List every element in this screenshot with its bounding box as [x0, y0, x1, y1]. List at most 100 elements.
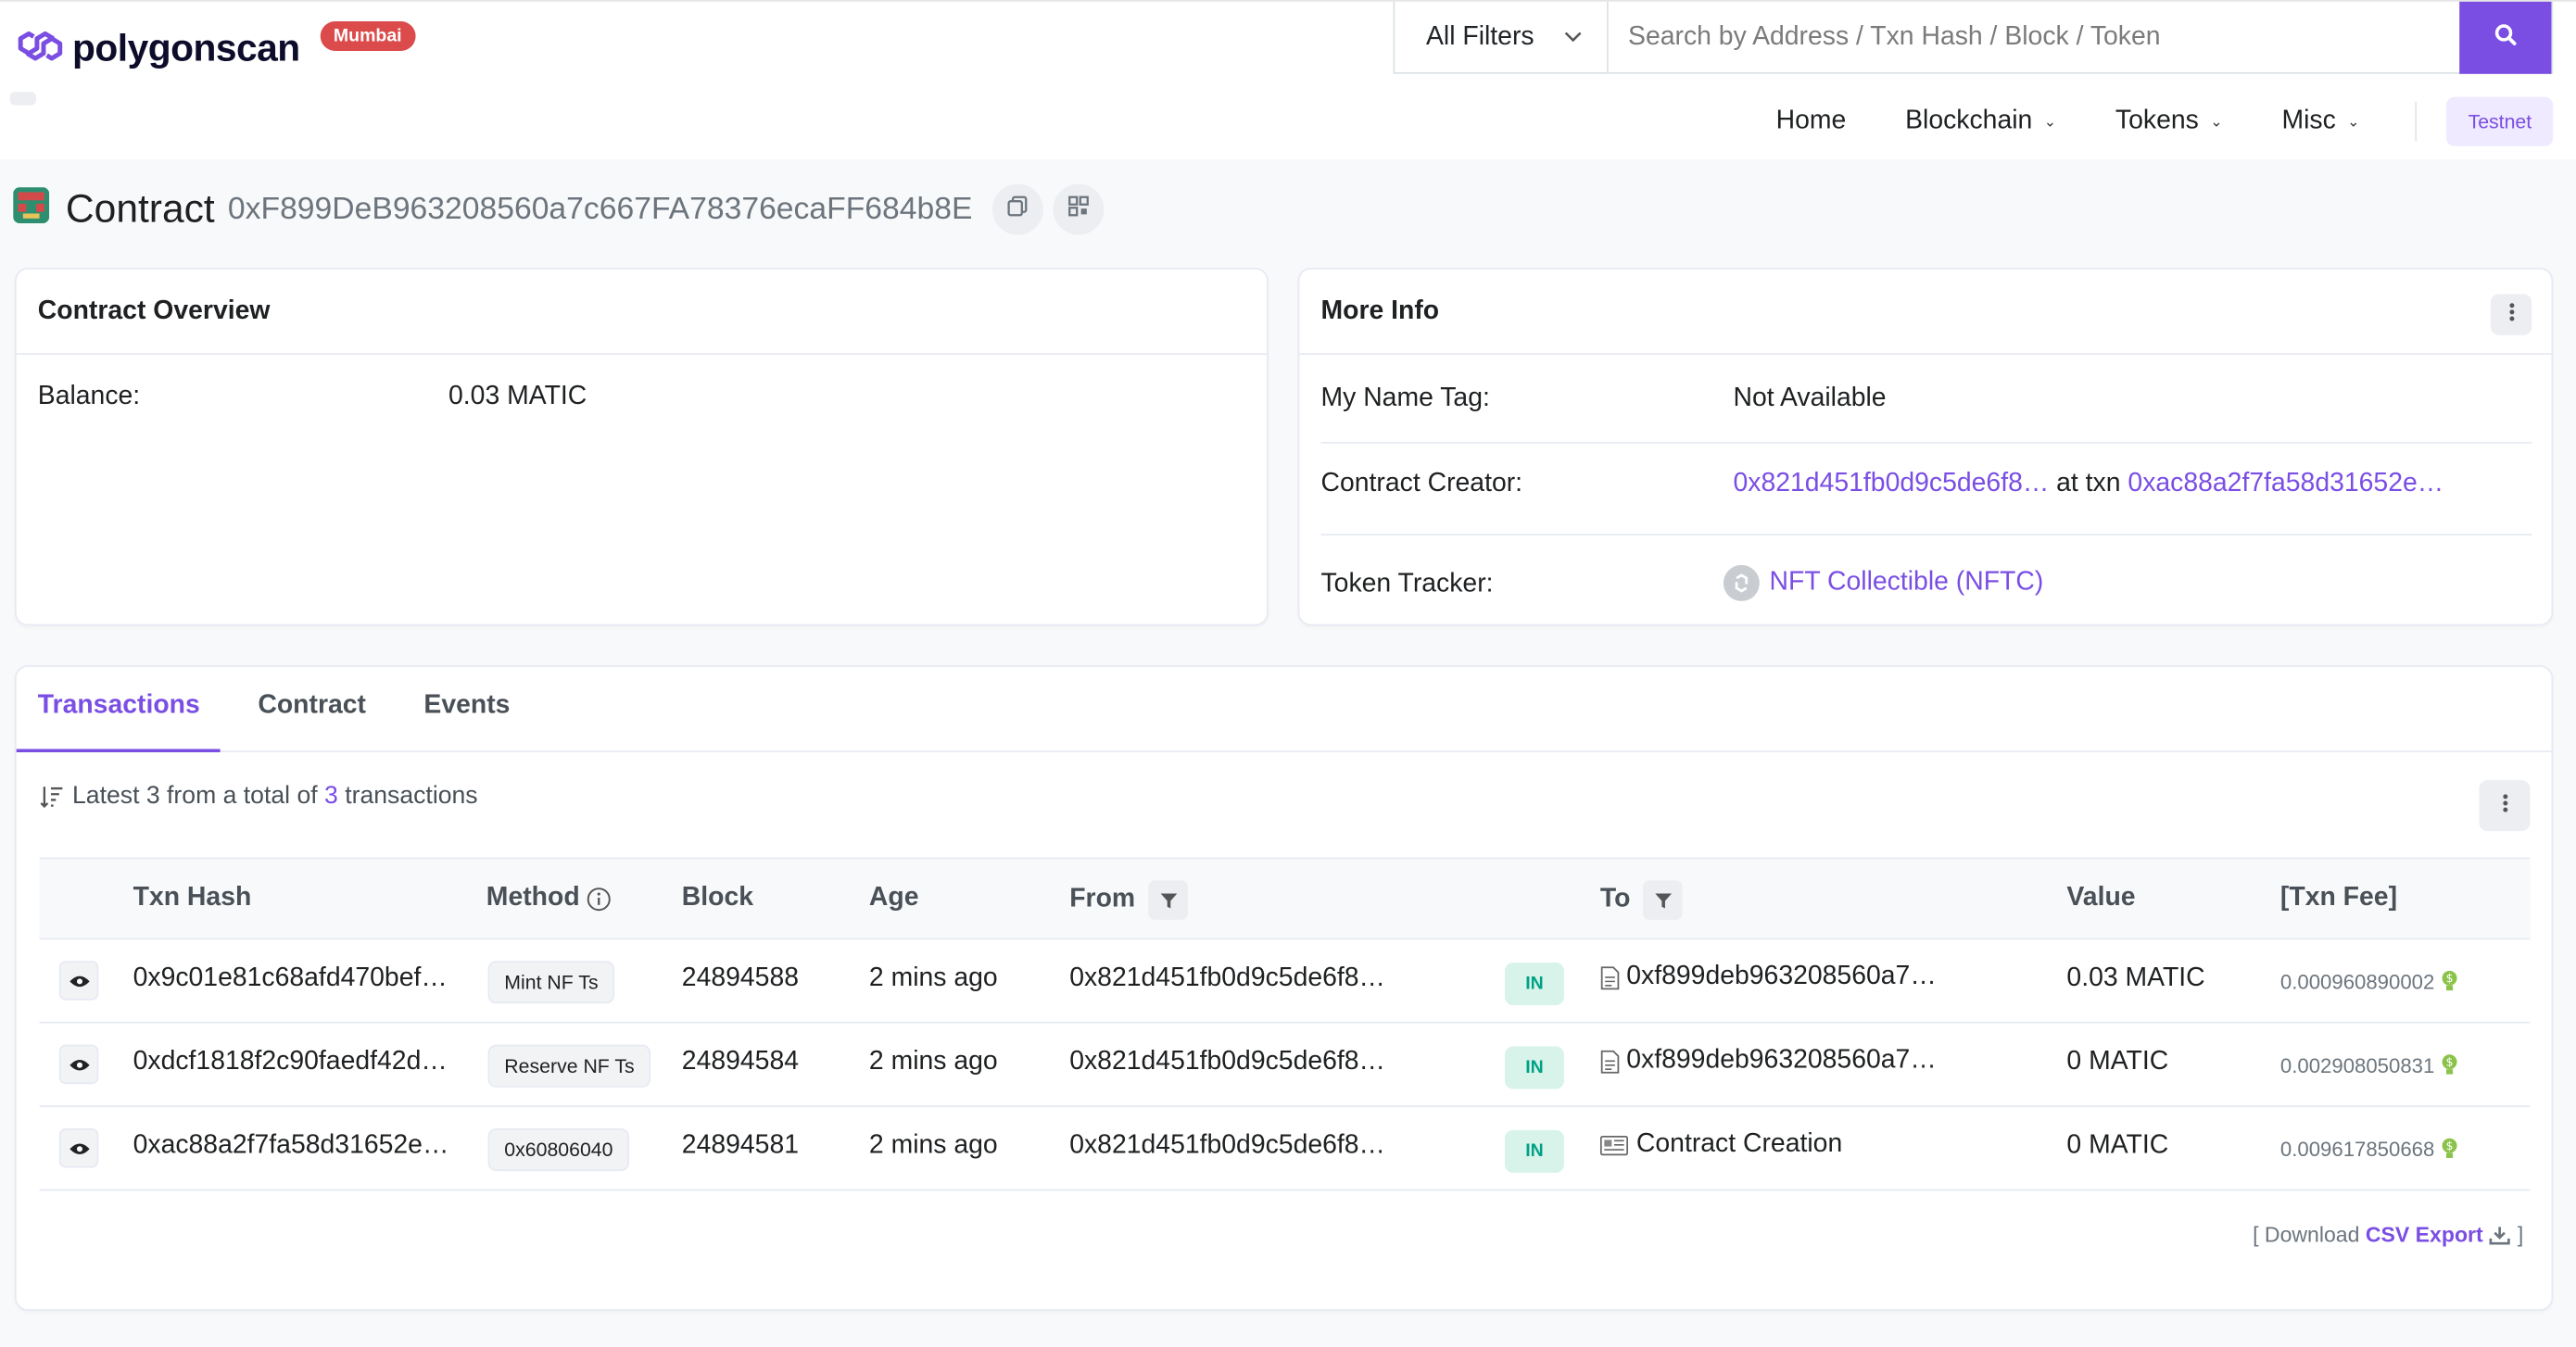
info-icon[interactable] [587, 887, 612, 912]
block-link[interactable]: 24894588 [682, 964, 799, 994]
creator-info: 0x821d451fb0d9c5de6f8… at txn 0xac88a2f7… [1734, 470, 2444, 499]
th-age[interactable]: Age [869, 884, 919, 913]
filter-icon [1159, 891, 1178, 910]
polygon-logo-icon [13, 21, 66, 76]
network-badge: Mumbai [320, 21, 415, 51]
search-button[interactable] [2459, 1, 2552, 74]
tab-contract[interactable]: Contract [258, 691, 366, 721]
method-badge: 0x60806040 [487, 1128, 630, 1172]
balance-label: Balance: [37, 383, 141, 411]
chevron-down-icon: ⌄ [2210, 112, 2223, 130]
age: 2 mins ago [868, 963, 998, 992]
testnet-button[interactable]: Testnet [2446, 96, 2554, 146]
copy-button[interactable] [991, 183, 1043, 235]
from-address-link[interactable]: 0x821d451fb0d9c5de6f8… [1069, 964, 1385, 994]
txn-hash-link[interactable]: 0xdcf1818f2c90faedf42d… [133, 1048, 448, 1077]
to-address-link[interactable]: 0xf899deb963208560a7… [1626, 963, 1936, 992]
txn-fee-value: 0.002908050831 [2279, 1053, 2435, 1077]
txn-hash-link[interactable]: 0xac88a2f7fa58d31652e… [133, 1132, 449, 1162]
more-info-title: More Info [1299, 270, 2552, 355]
view-details-button[interactable] [58, 1044, 99, 1085]
view-details-button[interactable] [58, 961, 99, 1001]
value: 0.03 MATIC [2066, 963, 2205, 992]
search-bar: All Filters [1393, 1, 2554, 74]
nav-misc[interactable]: Misc ⌄ [2281, 107, 2359, 136]
nav-tokens[interactable]: Tokens ⌄ [2115, 107, 2223, 136]
contract-heading: Contract 0xF899DeB963208560a7c667FA78376… [13, 183, 1105, 235]
contract-overview-card: Contract Overview Balance: 0.03 MATIC [14, 267, 1269, 626]
brand-name: polygonscan [72, 26, 300, 69]
bulb-icon[interactable]: $ [2441, 969, 2457, 994]
csv-export-link[interactable]: CSV Export [2366, 1222, 2483, 1247]
creator-txn-link[interactable]: 0xac88a2f7fa58d31652e… [2128, 470, 2443, 497]
search-input[interactable] [1608, 1, 2460, 73]
search-filter-select[interactable]: All Filters [1395, 1, 1609, 73]
th-from-label: From [1069, 885, 1136, 913]
eye-icon [69, 1057, 90, 1072]
th-value: Value [2066, 883, 2136, 913]
th-to: To [1599, 880, 1684, 920]
chevron-down-icon: ⌄ [2043, 112, 2057, 130]
th-txn-hash: Txn Hash [133, 883, 252, 913]
token-icon [1723, 564, 1760, 601]
bulb-icon[interactable]: $ [2441, 1137, 2457, 1162]
eye-icon [69, 1140, 90, 1155]
txn-hash-link[interactable]: 0x9c01e81c68afd470bef… [133, 964, 448, 994]
th-from: From [1069, 880, 1188, 920]
tab-events[interactable]: Events [423, 691, 510, 721]
nav-home-label: Home [1775, 107, 1847, 135]
to-address: 0xf899deb963208560a7… [1600, 963, 1937, 992]
svg-text:$: $ [2445, 971, 2453, 985]
nav-blockchain[interactable]: Blockchain ⌄ [1905, 107, 2056, 136]
token-tracker-link[interactable]: NFT Collectible (NFTC) [1770, 568, 2044, 598]
kebab-icon [2501, 791, 2507, 821]
table-header: Txn Hash Method Block Age From To Value … [39, 857, 2531, 940]
placeholder-pill [9, 92, 37, 106]
copy-icon [1007, 195, 1029, 224]
txn-fee-value: 0.009617850668 [2279, 1137, 2435, 1161]
contract-address: 0xF899DeB963208560a7c667FA78376ecaFF684b… [227, 191, 973, 226]
bulb-icon[interactable]: $ [2441, 1052, 2457, 1077]
eye-icon [69, 974, 90, 988]
th-method: Method [486, 884, 612, 913]
table-row: 0xdcf1818f2c90faedf42d… Reserve NF Ts 24… [39, 1024, 2531, 1108]
th-to-label: To [1599, 885, 1631, 913]
from-address-link[interactable]: 0x821d451fb0d9c5de6f8… [1069, 1132, 1385, 1162]
contract-avatar-icon [13, 187, 50, 232]
block-link[interactable]: 24894584 [682, 1048, 799, 1077]
to-address: Contract Creation [1599, 1130, 1842, 1160]
token-tracker: NFT Collectible (NFTC) [1723, 564, 2044, 601]
summary-prefix: Latest 3 from a total of [72, 781, 318, 811]
from-filter-button[interactable] [1148, 880, 1188, 920]
nav-home[interactable]: Home [1776, 107, 1847, 136]
value: 0 MATIC [2066, 1048, 2169, 1076]
contract-overview-title: Contract Overview [16, 270, 1267, 355]
summary-suffix: transactions [345, 781, 478, 811]
view-details-button[interactable] [58, 1128, 99, 1168]
block-link[interactable]: 24894581 [682, 1132, 799, 1162]
creator-address-link[interactable]: 0x821d451fb0d9c5de6f8… [1734, 470, 2050, 497]
tab-transactions[interactable]: Transactions [38, 691, 200, 721]
to-address-link[interactable]: 0xf899deb963208560a7… [1626, 1046, 1936, 1076]
table-row: 0x9c01e81c68afd470bef… Mint NF Ts 248945… [39, 939, 2531, 1024]
token-tracker-label: Token Tracker: [1320, 570, 1494, 598]
contract-creation-icon [1599, 1134, 1629, 1155]
qr-code-icon [1067, 195, 1089, 224]
contract-file-icon [1600, 1049, 1620, 1074]
more-info-menu-button[interactable] [2490, 294, 2532, 335]
active-tab-indicator [16, 749, 221, 753]
from-address-link[interactable]: 0x821d451fb0d9c5de6f8… [1069, 1048, 1385, 1077]
chevron-down-icon [1564, 27, 1583, 46]
summary-count[interactable]: 3 [324, 782, 338, 810]
txn-menu-button[interactable] [2479, 780, 2531, 832]
th-txn-fee[interactable]: [Txn Fee] [2280, 884, 2397, 913]
logo[interactable]: polygonscan [13, 21, 300, 76]
qr-code-button[interactable] [1053, 183, 1105, 235]
method-badge: Mint NF Ts [487, 961, 615, 1004]
nav-tokens-label: Tokens [2115, 107, 2199, 135]
direction-badge: IN [1505, 1129, 1564, 1173]
main-nav: Home Blockchain ⌄ Tokens ⌄ Misc ⌄ Testnet [1717, 96, 2554, 146]
txn-fee: 0.000960890002 $ [2280, 969, 2457, 994]
nav-blockchain-label: Blockchain [1905, 107, 2033, 135]
to-filter-button[interactable] [1643, 880, 1684, 920]
